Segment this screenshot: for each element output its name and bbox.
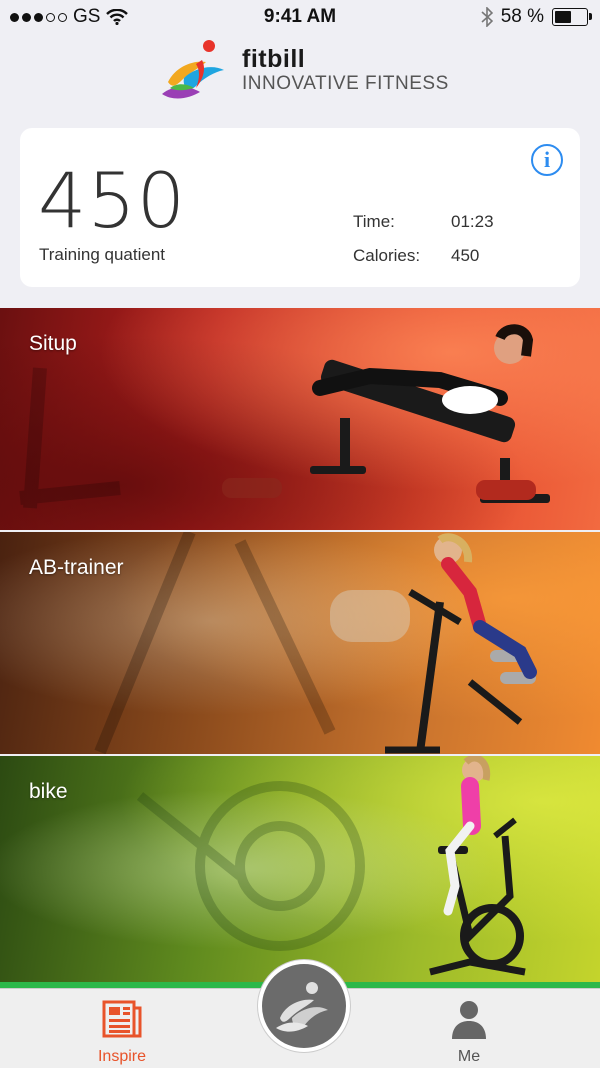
training-quotient-label: Training quatient xyxy=(39,245,166,264)
training-quotient-value: 450 xyxy=(38,156,187,245)
center-action-button[interactable] xyxy=(258,960,350,1052)
exercise-card-bike[interactable]: bike xyxy=(0,756,600,982)
exercise-bike-image xyxy=(136,756,526,976)
tab-inspire-label: Inspire xyxy=(97,1048,147,1065)
exercise-label: Situp xyxy=(29,332,77,355)
bluetooth-icon xyxy=(481,7,493,27)
time-label: Time: xyxy=(353,212,395,231)
battery-percent: 58 % xyxy=(500,6,544,27)
situp-bench-image xyxy=(19,324,550,509)
exercise-card-situp[interactable]: Situp xyxy=(0,308,600,530)
calories-label: Calories: xyxy=(353,246,421,265)
brand-tagline: INNOVATIVE FITNESS xyxy=(242,73,449,94)
fitbill-logo-icon xyxy=(162,40,224,99)
brand-name: fitbill xyxy=(242,45,306,73)
tab-inspire[interactable]: Inspire xyxy=(62,999,182,1066)
exercise-label: AB-trainer xyxy=(29,556,124,579)
runner-logo-icon xyxy=(276,982,328,1032)
time-stat: Time: 01:23 xyxy=(353,212,494,232)
status-bar: GS 9:41 AM 58 % xyxy=(0,0,600,34)
calories-stat: Calories: 450 xyxy=(353,246,479,266)
calories-value: 450 xyxy=(451,246,480,265)
exercise-card-ab-trainer[interactable]: AB-trainer xyxy=(0,532,600,754)
tab-me-label: Me xyxy=(457,1048,481,1065)
training-stats-card: 450 Training quatient i Time: 01:23 Calo… xyxy=(20,128,580,287)
time-value: 01:23 xyxy=(451,212,494,231)
info-icon[interactable]: i xyxy=(531,144,563,176)
exercise-label: bike xyxy=(29,780,68,803)
tab-me[interactable]: Me xyxy=(409,999,529,1066)
battery-status: 58 % xyxy=(481,6,592,28)
brand-header: fitbill INNOVATIVE FITNESS xyxy=(160,38,449,104)
newspaper-icon xyxy=(102,1000,142,1038)
person-icon xyxy=(452,1001,486,1039)
battery-icon xyxy=(552,8,592,26)
